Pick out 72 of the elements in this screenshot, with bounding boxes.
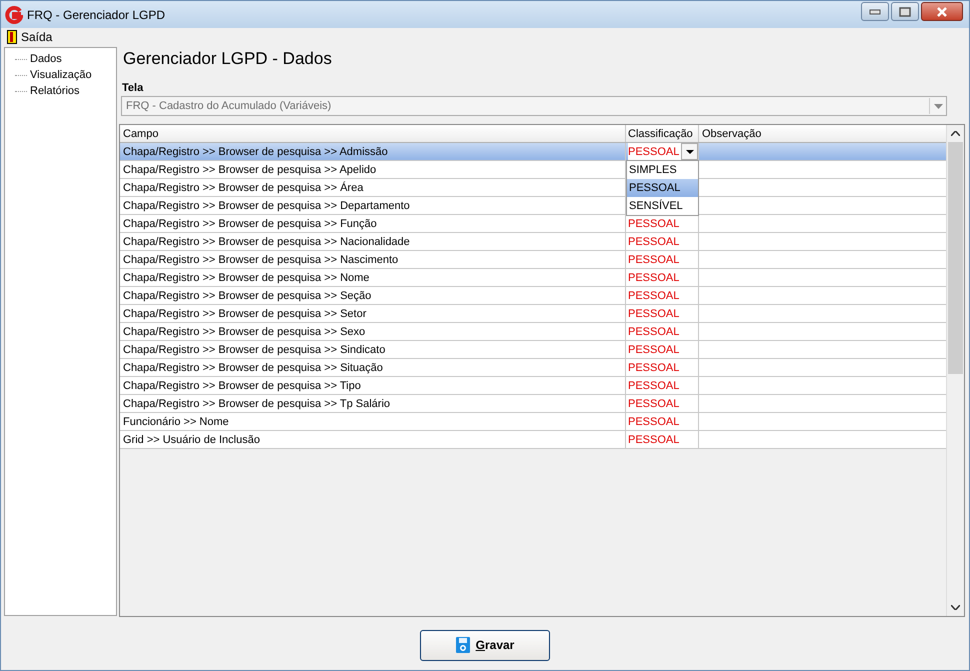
tree-item[interactable]: Relatórios: [29, 85, 81, 97]
table-row[interactable]: Chapa/Registro >> Browser de pesquisa >> Situação PESSOAL: [120, 359, 946, 377]
table-cell: Chapa/Registro >> Browser de pesquisa >> Função: [120, 215, 626, 232]
table-cell: PESSOAL: [628, 416, 680, 428]
minimize-button[interactable]: [861, 2, 889, 21]
table-cell: Chapa/Registro >> Browser de pesquisa >> Nacionalidade: [120, 233, 626, 250]
dropdown-arrow-icon: [934, 104, 942, 108]
table-cell: Funcionário >> Nome: [120, 413, 626, 430]
scroll-down-icon: [951, 605, 960, 610]
table-cell: PESSOAL: [628, 344, 680, 356]
table-row[interactable]: Chapa/Registro >> Browser de pesquisa >> Sindicato PESSOAL: [120, 341, 946, 359]
table-cell: PESSOAL: [628, 362, 680, 374]
table-cell: PESSOAL: [628, 326, 680, 338]
table-cell: Chapa/Registro >> Browser de pesquisa >> Tipo: [120, 377, 626, 394]
table-cell: Chapa/Registro >> Browser de pesquisa >> Tp Salário: [120, 395, 626, 412]
table-cell: Chapa/Registro >> Browser de pesquisa >> Sindicato: [120, 341, 626, 358]
table-cell: PESSOAL: [628, 434, 680, 446]
scroll-up-icon: [951, 131, 960, 136]
door-icon: [7, 30, 17, 44]
tree-item[interactable]: Visualização: [29, 69, 93, 81]
table-row[interactable]: Grid >> Usuário de Inclusão PESSOAL: [120, 431, 946, 449]
window-title: FRQ - Gerenciador LGPD: [27, 8, 166, 22]
dropdown-option[interactable]: SIMPLES: [627, 161, 698, 179]
dropdown-option[interactable]: SENSÍVEL: [627, 197, 698, 215]
table-row[interactable]: Chapa/Registro >> Browser de pesquisa >> Função PESSOAL: [120, 215, 946, 233]
table-cell: PESSOAL: [628, 290, 680, 302]
maximize-icon: [899, 6, 911, 16]
table-row[interactable]: Chapa/Registro >> Browser de pesquisa >> Tipo PESSOAL: [120, 377, 946, 395]
table-cell: Chapa/Registro >> Browser de pesquisa >> Área: [120, 179, 626, 196]
table-cell: Chapa/Registro >> Browser de pesquisa >> Nascimento: [120, 251, 626, 268]
save-button[interactable]: Gravar: [420, 630, 550, 660]
column-header[interactable]: Observação: [699, 125, 946, 142]
menu-item[interactable]: Saída: [5, 30, 54, 44]
table-row[interactable]: Chapa/Registro >> Browser de pesquisa >> Seção PESSOAL: [120, 287, 946, 305]
table-row[interactable]: Chapa/Registro >> Browser de pesquisa >> Nacionalidade PESSOAL: [120, 233, 946, 251]
table-cell: Chapa/Registro >> Browser de pesquisa >> Nome: [120, 269, 626, 286]
table-row[interactable]: Chapa/Registro >> Browser de pesquisa >> Tp Salário PESSOAL: [120, 395, 946, 413]
dropdown-option[interactable]: PESSOAL: [627, 179, 698, 197]
table-cell: Chapa/Registro >> Browser de pesquisa >> Situação: [120, 359, 626, 376]
table-cell: PESSOAL: [628, 272, 680, 284]
table-cell: PESSOAL: [628, 380, 680, 392]
close-button[interactable]: [921, 2, 963, 21]
table-cell: Chapa/Registro >> Browser de pesquisa >> Departamento: [120, 197, 626, 214]
field-label: Tela: [122, 82, 144, 95]
table-row[interactable]: Funcionário >> Nome PESSOAL: [120, 413, 946, 431]
maximize-button[interactable]: [891, 2, 919, 21]
page-heading: Gerenciador LGPD - Dados: [123, 49, 333, 70]
table-cell: PESSOAL: [628, 218, 680, 230]
minimize-icon: [869, 8, 881, 14]
table-cell: Chapa/Registro >> Browser de pesquisa >> Sexo: [120, 323, 626, 340]
table-row[interactable]: Chapa/Registro >> Browser de pesquisa >> Nascimento PESSOAL: [120, 251, 946, 269]
classification-select[interactable]: PESSOAL: [628, 143, 698, 160]
table-row[interactable]: Chapa/Registro >> Browser de pesquisa >> Nome PESSOAL: [120, 269, 946, 287]
table-cell: Chapa/Registro >> Browser de pesquisa >> Setor: [120, 305, 626, 322]
table-cell: PESSOAL: [628, 308, 680, 320]
column-header[interactable]: Campo: [120, 125, 626, 142]
scrollbar-thumb[interactable]: [948, 142, 963, 374]
table-cell: PESSOAL: [628, 254, 680, 266]
table-cell: Chapa/Registro >> Browser de pesquisa >> Admissão: [120, 143, 626, 160]
table-cell: Chapa/Registro >> Browser de pesquisa >> Seção: [120, 287, 626, 304]
close-icon: [936, 6, 948, 16]
column-header[interactable]: Classificação: [626, 125, 699, 142]
app-logo-icon: [5, 6, 23, 24]
table-cell: PESSOAL: [628, 398, 680, 410]
tree-item[interactable]: Dados: [29, 53, 63, 65]
table-row[interactable]: Chapa/Registro >> Browser de pesquisa >> Sexo PESSOAL: [120, 323, 946, 341]
table-cell: Chapa/Registro >> Browser de pesquisa >> Apelido: [120, 161, 626, 178]
table-row[interactable]: Chapa/Registro >> Browser de pesquisa >> Setor PESSOAL: [120, 305, 946, 323]
vertical-scrollbar[interactable]: [946, 125, 964, 616]
table-cell: PESSOAL: [628, 236, 680, 248]
dropdown-arrow-icon: [686, 150, 694, 154]
table-cell: Grid >> Usuário de Inclusão: [120, 431, 626, 448]
